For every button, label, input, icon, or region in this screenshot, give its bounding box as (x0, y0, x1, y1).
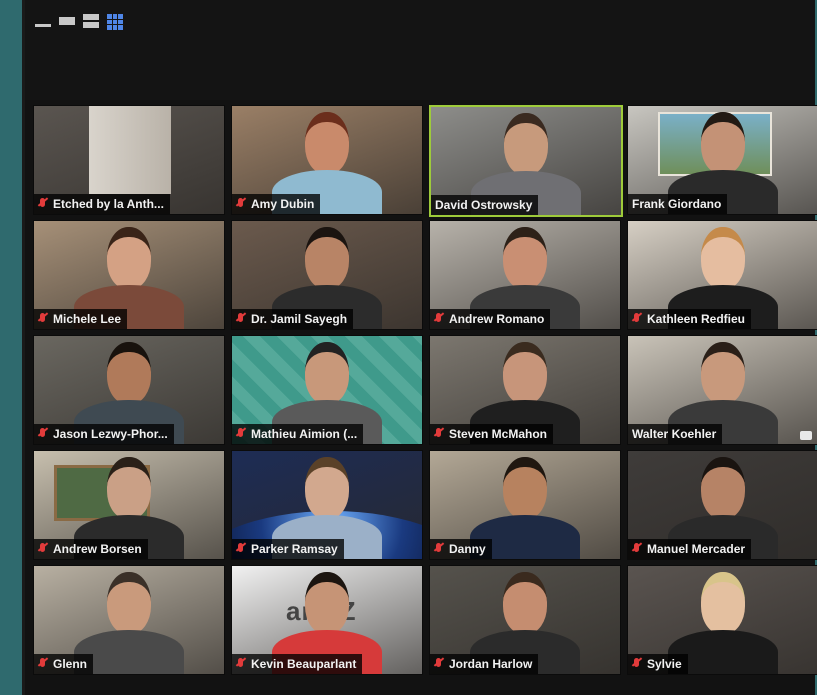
participant-name: Etched by la Anth... (53, 197, 164, 211)
curtain-background (89, 106, 171, 194)
participant-name: Glenn (53, 657, 88, 671)
participant-name-tag: Kevin Beauparlant (232, 654, 363, 674)
participant-name-tag: Andrew Romano (430, 309, 551, 329)
participant-name-tag: Walter Koehler (628, 424, 723, 444)
participant-name: Sylvie (647, 657, 682, 671)
participant-name: Danny (449, 542, 486, 556)
participant-tile[interactable]: Andrew Romano (429, 220, 621, 330)
muted-mic-icon (38, 312, 47, 326)
participant-name: Kathleen Redfieu (647, 312, 746, 326)
chat-bubble-icon (800, 431, 812, 440)
muted-mic-icon (236, 197, 245, 211)
muted-mic-icon (632, 312, 641, 326)
participant-tile[interactable]: David Ostrowsky (429, 105, 623, 217)
participant-name-tag: Dr. Jamil Sayegh (232, 309, 354, 329)
participant-tile[interactable]: Steven McMahon (429, 335, 621, 445)
participant-tile[interactable]: Michele Lee (33, 220, 225, 330)
participant-name-tag: Danny (430, 539, 492, 559)
participant-name-tag: Manuel Mercader (628, 539, 752, 559)
participant-name: Michele Lee (53, 312, 122, 326)
muted-mic-icon (236, 542, 245, 556)
participant-name-tag: Etched by la Anth... (34, 194, 170, 214)
participant-tile[interactable]: Glenn (33, 565, 225, 675)
participant-name-tag: Glenn (34, 654, 94, 674)
muted-mic-icon (632, 542, 641, 556)
muted-mic-icon (434, 427, 443, 441)
participant-name: Dr. Jamil Sayegh (251, 312, 348, 326)
muted-mic-icon (236, 657, 245, 671)
participant-tile[interactable]: Danny (429, 450, 621, 560)
participant-tile[interactable]: Manuel Mercader (627, 450, 817, 560)
participant-name-tag: David Ostrowsky (431, 195, 539, 215)
muted-mic-icon (38, 657, 47, 671)
muted-mic-icon (434, 542, 443, 556)
zoom-window: Etched by la Anth... Amy Dubin David Ostro… (22, 0, 817, 695)
participant-name: Steven McMahon (449, 427, 548, 441)
layout-controls (35, 14, 123, 30)
participant-name-tag: Andrew Borsen (34, 539, 148, 559)
minimize-layout-icon[interactable] (35, 14, 51, 28)
participant-tile[interactable]: anOZKevin Beauparlant (231, 565, 423, 675)
speaker-view-icon[interactable] (59, 14, 75, 28)
muted-mic-icon (434, 312, 443, 326)
participant-name-tag: Parker Ramsay (232, 539, 344, 559)
participant-name: Amy Dubin (251, 197, 315, 211)
participant-name-tag: Kathleen Redfieu (628, 309, 752, 329)
participant-name: Jason Lezwy-Phor... (53, 427, 168, 441)
participant-tile[interactable]: Parker Ramsay (231, 450, 423, 560)
stacked-view-icon[interactable] (83, 14, 99, 28)
muted-mic-icon (38, 427, 47, 441)
muted-mic-icon (236, 427, 245, 441)
participant-name: Walter Koehler (632, 427, 717, 441)
gallery-view-icon[interactable] (107, 14, 123, 30)
participant-name-tag: Michele Lee (34, 309, 128, 329)
participant-name: David Ostrowsky (435, 198, 533, 212)
muted-mic-icon (434, 657, 443, 671)
participant-tile[interactable]: Sylvie (627, 565, 817, 675)
participant-name-tag: Sylvie (628, 654, 688, 674)
top-toolbar (25, 0, 815, 100)
participant-tile[interactable]: Frank Giordano (627, 105, 817, 215)
participant-name: Manuel Mercader (647, 542, 746, 556)
participant-name: Frank Giordano (632, 197, 722, 211)
participant-name: Kevin Beauparlant (251, 657, 357, 671)
participant-name: Mathieu Aimion (... (251, 427, 358, 441)
participant-name-tag: Jason Lezwy-Phor... (34, 424, 174, 444)
participant-tile[interactable]: Kathleen Redfieu (627, 220, 817, 330)
participant-tile[interactable]: Andrew Borsen (33, 450, 225, 560)
participant-name: Andrew Romano (449, 312, 545, 326)
participant-name: Jordan Harlow (449, 657, 533, 671)
muted-mic-icon (38, 197, 47, 211)
participant-tile[interactable]: Amy Dubin (231, 105, 423, 215)
participant-tile[interactable]: Walter Koehler (627, 335, 817, 445)
participant-tile[interactable]: Etched by la Anth... (33, 105, 225, 215)
participant-name-tag: Mathieu Aimion (... (232, 424, 364, 444)
participant-name-tag: Amy Dubin (232, 194, 321, 214)
muted-mic-icon (632, 657, 641, 671)
participant-name-tag: Jordan Harlow (430, 654, 539, 674)
muted-mic-icon (38, 542, 47, 556)
participant-name: Parker Ramsay (251, 542, 338, 556)
participant-name-tag: Steven McMahon (430, 424, 554, 444)
participant-tile[interactable]: Jason Lezwy-Phor... (33, 335, 225, 445)
participant-tile[interactable]: Mathieu Aimion (... (231, 335, 423, 445)
participant-tile[interactable]: Dr. Jamil Sayegh (231, 220, 423, 330)
participant-tile[interactable]: Jordan Harlow (429, 565, 621, 675)
muted-mic-icon (236, 312, 245, 326)
participant-name-tag: Frank Giordano (628, 194, 728, 214)
participant-name: Andrew Borsen (53, 542, 142, 556)
